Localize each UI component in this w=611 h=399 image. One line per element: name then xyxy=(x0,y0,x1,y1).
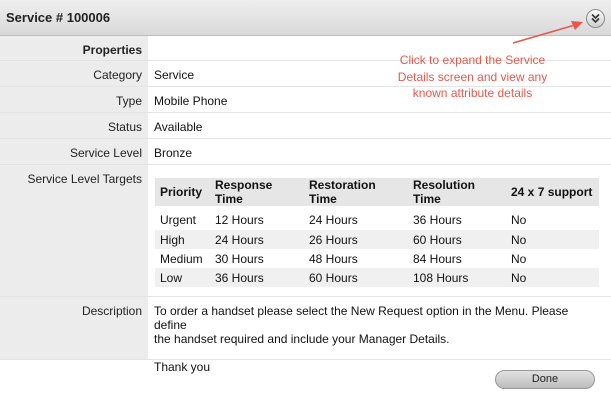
annotation-arrow-icon xyxy=(512,21,583,44)
service-level-row: Service Level Bronze xyxy=(0,139,611,165)
table-cell: No xyxy=(506,230,599,249)
type-value: Mobile Phone xyxy=(154,94,228,108)
table-cell: 24 Hours xyxy=(210,230,304,249)
done-button[interactable]: Done xyxy=(495,370,595,389)
table-cell: 60 Hours xyxy=(408,230,506,249)
col-header-restoration-time: Restoration Time xyxy=(304,178,408,206)
service-level-label: Service Level xyxy=(0,139,148,164)
status-row: Status Available xyxy=(0,113,611,139)
table-cell: 84 Hours xyxy=(413,251,462,266)
col-header-priority: Priority xyxy=(155,178,210,206)
table-cell: No xyxy=(511,251,527,266)
status-value: Available xyxy=(154,120,203,134)
slt-header-row: Priority Response Time Restoration Time … xyxy=(155,178,599,206)
table-cell: 30 Hours xyxy=(215,251,264,266)
table-cell: No xyxy=(511,213,527,227)
slt-label: Service Level Targets xyxy=(0,165,148,296)
table-row: High 24 Hours 26 Hours 60 Hours No xyxy=(155,230,599,249)
slt-table: Priority Response Time Restoration Time … xyxy=(155,178,599,287)
category-label: Category xyxy=(0,61,148,86)
table-cell: Medium xyxy=(160,251,203,266)
category-value: Service xyxy=(154,68,195,82)
table-cell: Urgent xyxy=(160,213,197,227)
table-cell: Low xyxy=(155,268,210,287)
col-header-response-time: Response Time xyxy=(210,178,304,206)
description-label: Description xyxy=(0,297,148,359)
table-row: Urgent 12 Hours 24 Hours 36 Hours No xyxy=(155,206,599,230)
col-header-24x7-support: 24 x 7 support xyxy=(506,178,599,206)
table-cell: 36 Hours xyxy=(413,213,462,227)
col-header-resolution-time: Resolution Time xyxy=(408,178,506,206)
table-row: Low 36 Hours 60 Hours 108 Hours No xyxy=(155,268,599,287)
service-level-value: Bronze xyxy=(154,146,193,160)
status-label: Status xyxy=(0,113,148,138)
table-cell: 26 Hours xyxy=(304,230,408,249)
table-cell: 60 Hours xyxy=(304,268,408,287)
table-cell: 108 Hours xyxy=(408,268,506,287)
type-label: Type xyxy=(0,87,148,112)
description-text: To order a handset please select the New… xyxy=(154,304,604,374)
table-cell: 24 Hours xyxy=(309,213,358,227)
table-cell: 36 Hours xyxy=(210,268,304,287)
table-row: Medium 30 Hours 48 Hours 84 Hours No xyxy=(155,249,599,268)
table-cell: 48 Hours xyxy=(309,251,358,266)
table-cell: 12 Hours xyxy=(215,213,264,227)
table-cell: No xyxy=(506,268,599,287)
description-line: the handset required and include your Ma… xyxy=(154,332,450,346)
table-cell: High xyxy=(155,230,210,249)
description-line: To order a handset please select the New… xyxy=(154,304,569,332)
